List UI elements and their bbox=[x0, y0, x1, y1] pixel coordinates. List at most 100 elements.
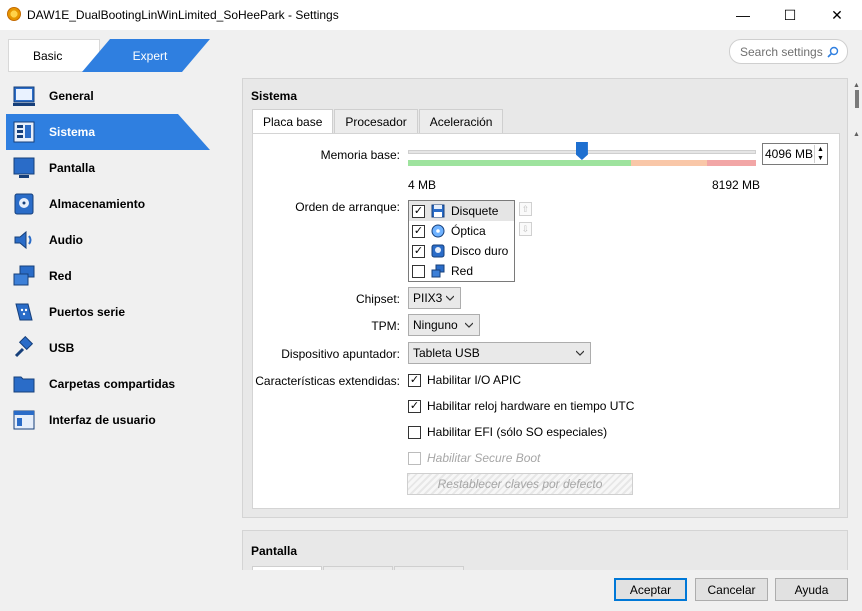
search-input[interactable]: Search settings bbox=[729, 39, 848, 64]
boot-checkbox[interactable] bbox=[412, 264, 425, 278]
sidebar-item-label: General bbox=[49, 89, 94, 103]
scroll-up-arrow[interactable]: ▲ bbox=[853, 82, 860, 89]
expert-mode-button[interactable]: Expert bbox=[82, 39, 210, 72]
secure-boot-checkbox-row: Habilitar Secure Boot bbox=[408, 451, 540, 465]
display-icon bbox=[13, 157, 35, 178]
boot-item-red[interactable]: Red bbox=[409, 261, 514, 281]
sidebar-item-almacenamiento[interactable]: Almacenamiento bbox=[0, 186, 215, 222]
basic-mode-button[interactable]: Basic bbox=[8, 39, 100, 72]
help-button[interactable]: Ayuda bbox=[775, 578, 848, 601]
tab-placa-base[interactable]: Placa base bbox=[252, 109, 334, 134]
memory-scale-green bbox=[408, 160, 631, 166]
efi-checkbox-row[interactable]: Habilitar EFI (sólo SO especiales) bbox=[408, 425, 607, 439]
sidebar-item-sistema[interactable]: Sistema bbox=[0, 114, 215, 150]
search-icon[interactable] bbox=[827, 46, 839, 58]
storage-icon bbox=[14, 193, 34, 215]
sidebar-item-interfaz-de-usuario[interactable]: Interfaz de usuario bbox=[0, 402, 215, 438]
section-title: Sistema bbox=[251, 89, 298, 103]
expert-mode-label: Expert bbox=[132, 48, 168, 63]
io-apic-label: Habilitar I/O APIC bbox=[427, 373, 522, 387]
memory-slider-thumb[interactable] bbox=[575, 142, 588, 160]
pointing-device-value: Tableta USB bbox=[413, 346, 480, 360]
maximize-button[interactable]: ☐ bbox=[767, 0, 813, 30]
tab-label: Aceleración bbox=[429, 114, 493, 129]
sidebar-item-label: Carpetas compartidas bbox=[49, 377, 176, 391]
settings-sidebar: General Sistema Pantalla Almacenamiento … bbox=[0, 78, 215, 438]
cancel-button[interactable]: Cancelar bbox=[695, 578, 768, 601]
basic-mode-label: Basic bbox=[33, 48, 63, 63]
floppy-icon bbox=[431, 204, 445, 218]
io-apic-checkbox[interactable]: ✓ bbox=[408, 373, 421, 387]
sistema-section: Sistema Placa base Procesador Aceleració… bbox=[242, 78, 848, 518]
sidebar-item-label: Pantalla bbox=[49, 161, 96, 175]
memory-spin-arrows[interactable]: ▲ ▼ bbox=[814, 145, 826, 163]
pointing-device-select[interactable]: Tableta USB bbox=[408, 342, 591, 364]
minimize-button[interactable]: — bbox=[720, 0, 766, 30]
chevron-down-icon bbox=[446, 295, 454, 301]
memory-scale-orange bbox=[630, 160, 708, 166]
boot-item-disquete[interactable]: ✓ Disquete bbox=[409, 201, 514, 221]
search-placeholder: Search settings bbox=[740, 44, 823, 59]
network-icon bbox=[13, 265, 35, 286]
sidebar-item-label: Audio bbox=[49, 233, 83, 247]
utc-clock-checkbox[interactable]: ✓ bbox=[408, 399, 421, 413]
sidebar-item-carpetas-compartidas[interactable]: Carpetas compartidas bbox=[0, 366, 215, 402]
boot-item-disco-duro[interactable]: ✓ Disco duro bbox=[409, 241, 514, 261]
memory-spinbox[interactable]: 4096 MB ▲ ▼ bbox=[762, 143, 828, 165]
sidebar-item-label: Interfaz de usuario bbox=[49, 413, 156, 427]
chipset-value: PIIX3 bbox=[413, 291, 443, 305]
utc-clock-checkbox-row[interactable]: ✓ Habilitar reloj hardware en tiempo UTC bbox=[408, 399, 634, 413]
audio-icon bbox=[14, 230, 32, 250]
utc-clock-label: Habilitar reloj hardware en tiempo UTC bbox=[427, 399, 635, 413]
secure-boot-checkbox bbox=[408, 451, 421, 465]
boot-item-label: Red bbox=[451, 264, 474, 278]
sistema-tabs: Placa base Procesador Aceleración bbox=[252, 109, 504, 134]
io-apic-checkbox-row[interactable]: ✓ Habilitar I/O APIC bbox=[408, 373, 521, 387]
sidebar-item-red[interactable]: Red bbox=[0, 258, 215, 294]
hard-disk-icon bbox=[431, 244, 445, 258]
memory-min-label: 4 MB bbox=[408, 178, 437, 192]
tpm-label: TPM: bbox=[371, 319, 400, 333]
accept-button[interactable]: Aceptar bbox=[614, 578, 687, 601]
tab-label: Procesador bbox=[345, 114, 407, 129]
accept-label: Aceptar bbox=[629, 582, 672, 597]
reset-keys-button: Restablecer claves por defecto bbox=[407, 473, 633, 495]
tpm-value: Ninguno bbox=[413, 318, 458, 332]
mode-toggle: Basic Expert bbox=[8, 39, 210, 72]
efi-checkbox[interactable] bbox=[408, 425, 421, 439]
pointing-device-label: Dispositivo apuntador: bbox=[281, 347, 400, 361]
chevron-down-icon bbox=[576, 350, 584, 356]
boot-move-up-button[interactable]: ⇧ bbox=[519, 202, 532, 216]
sidebar-item-label: Almacenamiento bbox=[49, 197, 146, 211]
boot-checkbox[interactable]: ✓ bbox=[412, 224, 425, 238]
sidebar-item-pantalla[interactable]: Pantalla bbox=[0, 150, 215, 186]
pantalla-tabs bbox=[252, 566, 465, 570]
tab-procesador[interactable]: Procesador bbox=[334, 109, 418, 133]
pantalla-tab-1[interactable] bbox=[252, 566, 322, 570]
scroll-up-arrow-2[interactable]: ▲ bbox=[853, 131, 860, 138]
tpm-select[interactable]: Ninguno bbox=[408, 314, 480, 336]
user-interface-icon bbox=[13, 410, 35, 430]
chipset-select[interactable]: PIIX3 bbox=[408, 287, 461, 309]
sidebar-item-label: Red bbox=[49, 269, 72, 283]
boot-checkbox[interactable]: ✓ bbox=[412, 204, 425, 218]
boot-item-optica[interactable]: ✓ Óptica bbox=[409, 221, 514, 241]
tab-aceleracion[interactable]: Aceleración bbox=[418, 109, 504, 133]
section-title: Pantalla bbox=[251, 544, 298, 558]
memory-slider-scale bbox=[408, 160, 756, 166]
sidebar-item-audio[interactable]: Audio bbox=[0, 222, 215, 258]
chipset-label: Chipset: bbox=[355, 292, 400, 306]
usb-icon bbox=[14, 336, 34, 358]
sidebar-item-puertos-serie[interactable]: Puertos serie bbox=[0, 294, 215, 330]
boot-item-label: Disquete bbox=[451, 204, 499, 218]
boot-checkbox[interactable]: ✓ bbox=[412, 244, 425, 258]
boot-move-down-button[interactable]: ⇩ bbox=[519, 222, 532, 236]
pantalla-tab-2[interactable] bbox=[323, 566, 393, 570]
scrollbar-thumb[interactable] bbox=[855, 90, 859, 108]
pantalla-tab-3[interactable] bbox=[394, 566, 464, 570]
sidebar-item-general[interactable]: General bbox=[0, 78, 215, 114]
close-button[interactable]: ✕ bbox=[814, 0, 860, 30]
virtualbox-app-icon bbox=[7, 7, 21, 21]
sidebar-item-usb[interactable]: USB bbox=[0, 330, 215, 366]
boot-item-label: Disco duro bbox=[451, 244, 509, 258]
